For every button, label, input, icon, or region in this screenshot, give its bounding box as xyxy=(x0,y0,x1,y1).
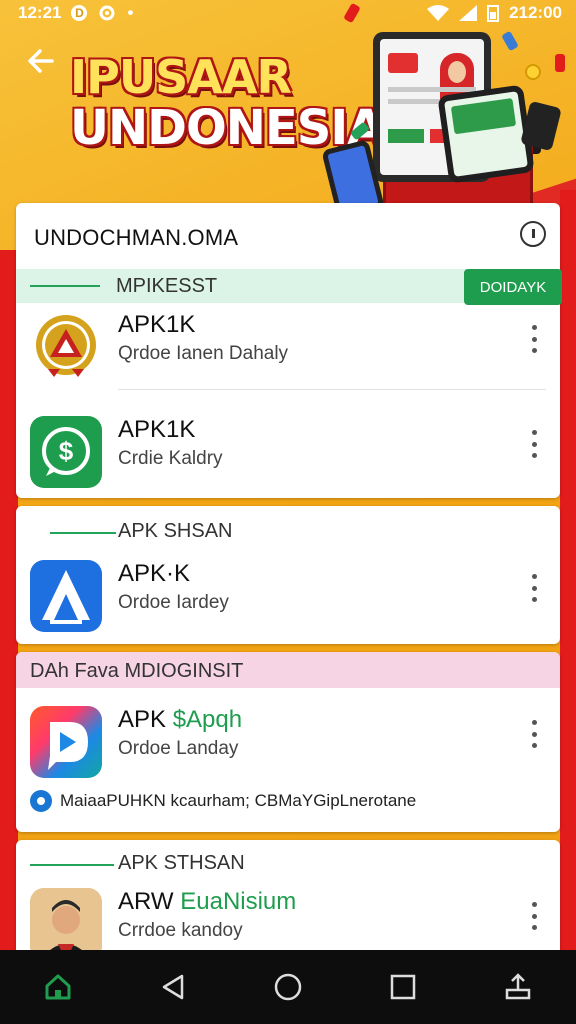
more-options-icon[interactable] xyxy=(532,430,538,458)
section-header: APK STHSAN xyxy=(16,842,560,882)
status-bar: 12:21 D • 212:00 xyxy=(0,0,576,26)
section-header: APK SHSAN xyxy=(16,510,560,550)
dollar-chat-icon: $ xyxy=(30,416,102,488)
confetti-shape xyxy=(349,121,371,141)
list-item[interactable]: APK1K Qrdoe Ianen Dahaly xyxy=(16,303,560,387)
app-subtitle: Crdie Kaldry xyxy=(118,448,223,469)
app-list-card: UNDOCHMAN.OMA MPIKESST DOIDAYK APK1K Qrd… xyxy=(16,203,562,498)
section-label: MPIKESST xyxy=(116,275,218,297)
hero-illustration xyxy=(321,2,576,224)
wifi-icon xyxy=(427,5,450,21)
status-time: 12:21 xyxy=(18,3,62,22)
award-badge-icon xyxy=(30,311,102,383)
app-name: APK1K xyxy=(118,311,196,338)
divider xyxy=(118,389,546,390)
phone-device xyxy=(437,84,535,184)
app-subtitle: Crrdoe kandoy xyxy=(118,920,243,941)
phone-device-small xyxy=(520,100,562,152)
section-header: DAh Fava MDIOGINSIT xyxy=(16,652,560,688)
a-logo-icon xyxy=(30,560,102,632)
list-item[interactable]: APK $Apqh Ordoe Landay xyxy=(16,698,560,782)
app-list-card: APK SHSAN APK·K Ordoe Iardey xyxy=(16,506,560,644)
back-triangle-icon[interactable] xyxy=(153,967,193,1007)
section-label: APK SHSAN xyxy=(118,520,233,542)
app-subtitle: Ordoe Iardey xyxy=(118,592,229,613)
list-item[interactable]: APK·K Ordoe Iardey xyxy=(16,552,560,636)
coin-shape xyxy=(525,64,541,80)
home-icon[interactable] xyxy=(38,967,78,1007)
app-list-card: APK STHSAN ARW EuaNisium Crrdoe kandoy xyxy=(16,840,560,960)
home-circle-icon[interactable] xyxy=(268,967,308,1007)
confetti-shape xyxy=(501,30,519,52)
red-banner-right xyxy=(560,190,576,950)
signal-icon xyxy=(459,5,478,21)
app-list-card: DAh Fava MDIOGINSIT APK $Apqh Ordoe Land… xyxy=(16,652,560,832)
search-icon[interactable] xyxy=(520,221,546,247)
gear-icon xyxy=(30,790,52,812)
notification-icon: D xyxy=(71,5,88,21)
search-input[interactable]: UNDOCHMAN.OMA xyxy=(34,225,238,251)
d-logo-icon xyxy=(30,706,102,778)
app-name: ARW EuaNisium xyxy=(118,888,297,915)
more-options-icon[interactable] xyxy=(532,902,538,930)
share-tray-icon[interactable] xyxy=(498,967,538,1007)
app-subtitle: Ordoe Landay xyxy=(118,738,239,759)
settings-status-icon xyxy=(99,5,115,21)
app-name: APK $Apqh xyxy=(118,706,243,733)
section-label: DAh Fava MDIOGINSIT xyxy=(30,660,244,682)
app-name: APK1K xyxy=(118,416,196,443)
more-options-icon[interactable] xyxy=(532,720,538,748)
back-arrow-icon[interactable] xyxy=(26,46,60,80)
section-label: APK STHSAN xyxy=(118,852,245,874)
battery-icon xyxy=(487,5,500,22)
app-subtitle: Qrdoe Ianen Dahaly xyxy=(118,343,289,364)
promo-note[interactable]: MaiaaPUHKN kcaurham; CBMaYGipLnerotane xyxy=(30,790,416,812)
svg-text:$: $ xyxy=(59,436,74,466)
status-clock: 212:00 xyxy=(509,3,562,22)
more-options-icon[interactable] xyxy=(532,325,538,353)
download-button[interactable]: DOIDAYK xyxy=(464,269,562,305)
list-item[interactable]: $ APK1K Crdie Kaldry xyxy=(16,408,560,492)
dot-icon: • xyxy=(127,3,134,22)
banner-title-line1: IPUSAAR xyxy=(70,50,292,104)
app-name: APK·K xyxy=(118,560,191,587)
recents-square-icon[interactable] xyxy=(383,967,423,1007)
promo-text: MaiaaPUHKN kcaurham; CBMaYGipLnerotane xyxy=(60,791,417,810)
search-bar[interactable]: UNDOCHMAN.OMA xyxy=(16,203,560,269)
confetti-shape xyxy=(555,54,565,72)
more-options-icon[interactable] xyxy=(532,574,538,602)
navigation-bar xyxy=(0,950,576,1024)
